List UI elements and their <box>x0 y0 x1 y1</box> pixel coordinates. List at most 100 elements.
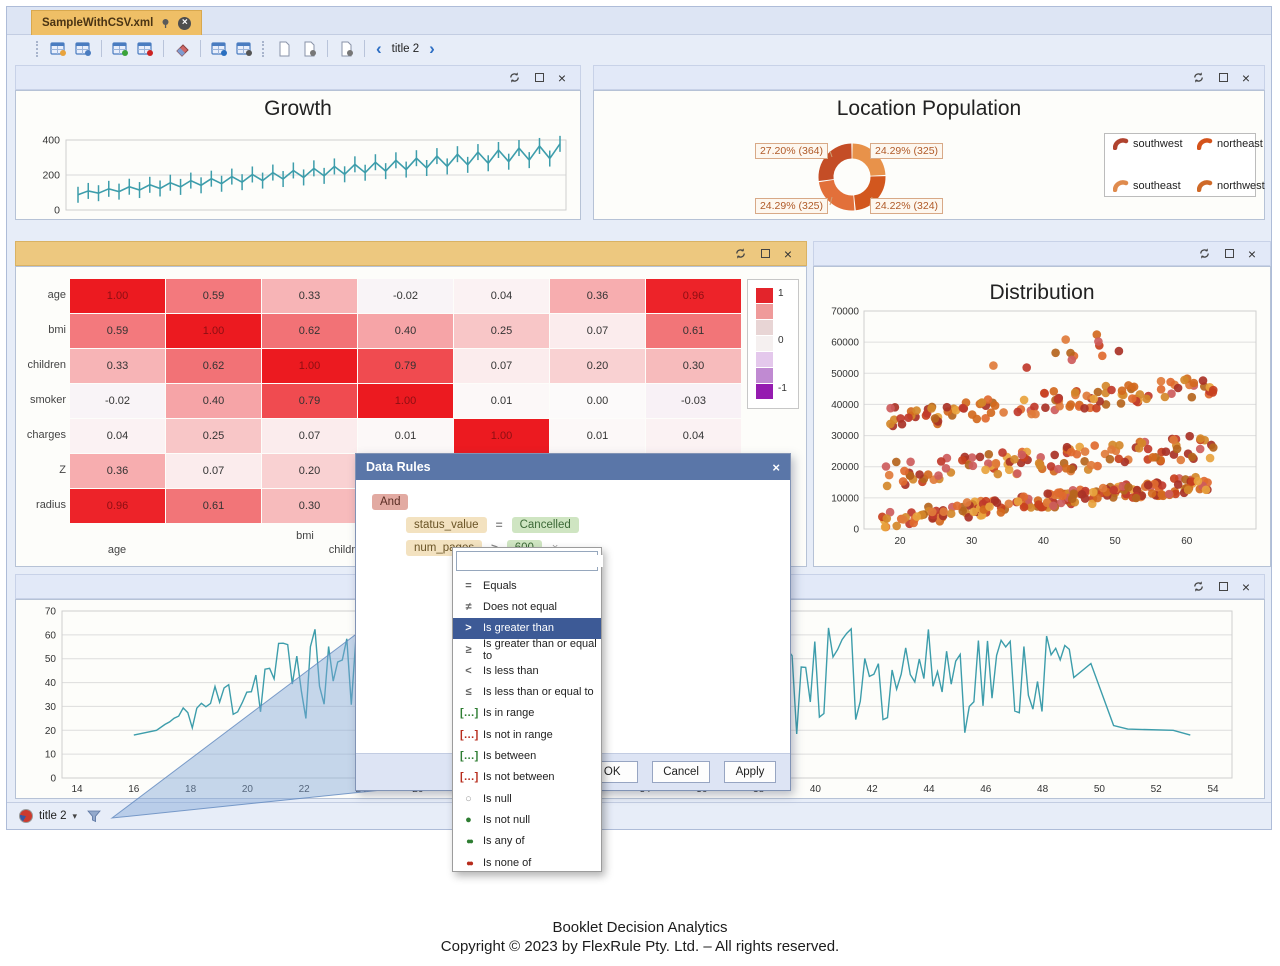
operator-search-box[interactable] <box>456 551 598 571</box>
view-dropdown-caret-icon[interactable]: ▾ <box>73 811 78 822</box>
heatmap-cell: 0.07 <box>550 314 645 348</box>
heatmap-cell: -0.03 <box>646 384 741 418</box>
svg-text:0: 0 <box>853 525 859 536</box>
page-nav-label: title 2 <box>390 43 422 55</box>
legend-item-southeast[interactable]: southeast <box>1113 180 1197 192</box>
svg-text:50000: 50000 <box>831 369 859 380</box>
svg-text:50: 50 <box>1094 784 1106 795</box>
svg-text:10000: 10000 <box>831 493 859 504</box>
heatmap-cell: 0.59 <box>70 314 165 348</box>
refresh-icon[interactable] <box>1192 71 1205 84</box>
apply-button[interactable]: Apply <box>724 761 776 783</box>
heatmap-x-label: bmi <box>296 530 314 542</box>
maximize-icon[interactable] <box>535 73 544 82</box>
close-icon[interactable]: × <box>558 72 566 84</box>
table-save-icon[interactable] <box>48 39 68 58</box>
heatmap-row-label: smoker <box>16 394 66 406</box>
svg-text:40: 40 <box>1038 536 1050 547</box>
table-columns-icon[interactable] <box>73 39 93 58</box>
operator-item-less-eq[interactable]: ≤Is less than or equal to <box>453 681 601 702</box>
legend-swatch <box>756 288 773 303</box>
maximize-icon[interactable] <box>1225 249 1234 258</box>
operator-item-greater-eq[interactable]: ≥Is greater than or equal to <box>453 639 601 660</box>
operator-item-label: Is not null <box>483 814 530 826</box>
rule-field-chip[interactable]: status_value <box>406 517 487 533</box>
operator-item-between[interactable]: […]Is between <box>453 745 601 766</box>
growth-panel: Growth 0200400 <box>15 90 581 220</box>
operator-item-is-null[interactable]: ○Is null <box>453 788 601 809</box>
heatmap-cell: -0.02 <box>358 279 453 313</box>
file-clock-icon[interactable] <box>299 39 319 58</box>
operator-item-label: Is greater than <box>483 622 554 634</box>
tab-close-icon[interactable]: × <box>178 17 191 30</box>
equals-icon: = <box>460 580 477 592</box>
export-box-icon[interactable] <box>209 39 229 58</box>
heatmap-cell: 0.25 <box>166 419 261 453</box>
refresh-icon[interactable] <box>508 71 521 84</box>
next-page-button[interactable]: › <box>426 40 438 57</box>
heatmap-cell: 0.04 <box>646 419 741 453</box>
close-icon[interactable]: × <box>784 248 792 260</box>
in-range-icon: […] <box>460 707 477 719</box>
rule-value-chip[interactable]: Cancelled <box>512 517 579 533</box>
svg-text:20: 20 <box>894 536 906 547</box>
maximize-icon[interactable] <box>1219 73 1228 82</box>
operator-item-greater[interactable]: >Is greater than <box>453 618 601 639</box>
svg-text:60: 60 <box>45 630 57 641</box>
dialog-close-icon[interactable]: × <box>772 460 780 475</box>
cancel-button[interactable]: Cancel <box>652 761 710 783</box>
heatmap-cell: 1.00 <box>70 279 165 313</box>
operator-item-label: Is not in range <box>483 729 553 741</box>
maximize-icon[interactable] <box>761 249 770 258</box>
svg-text:0: 0 <box>54 205 60 217</box>
maximize-icon[interactable] <box>1219 582 1228 591</box>
heatmap-cell: 0.79 <box>358 349 453 383</box>
footer-line1: Booklet Decision Analytics <box>0 918 1280 937</box>
legend-item-northeast[interactable]: northeast <box>1197 138 1265 150</box>
table-add-icon[interactable] <box>110 39 130 58</box>
operator-search-input[interactable] <box>461 555 603 567</box>
operator-item-in-range[interactable]: […]Is in range <box>453 703 601 724</box>
document-tab[interactable]: SampleWithCSV.xml × <box>31 10 202 35</box>
heatmap-cell: 0.30 <box>646 349 741 383</box>
dialog-title: Data Rules <box>366 460 431 474</box>
close-icon[interactable]: × <box>1242 581 1250 593</box>
refresh-icon[interactable] <box>734 247 747 260</box>
rule-operator[interactable]: = <box>493 518 506 532</box>
new-file-icon[interactable] <box>274 39 294 58</box>
operator-item-label: Does not equal <box>483 601 557 613</box>
operator-item-not-equal[interactable]: ≠ Does not equal <box>453 596 601 617</box>
operator-item-not-between[interactable]: […]Is not between <box>453 767 601 788</box>
close-icon[interactable]: × <box>1242 72 1250 84</box>
operator-item-equals[interactable]: =Equals <box>453 575 601 596</box>
filter-icon[interactable] <box>87 810 101 823</box>
operator-item-not-null[interactable]: ●Is not null <box>453 809 601 830</box>
refresh-icon[interactable] <box>1192 580 1205 593</box>
legend-item-southwest[interactable]: southwest <box>1113 138 1197 150</box>
table-delete-icon[interactable] <box>135 39 155 58</box>
toolbar-grip <box>36 41 40 57</box>
table-lock-icon[interactable] <box>234 39 254 58</box>
heatmap-cell: 0.33 <box>262 279 357 313</box>
heatmap-row-label: bmi <box>16 324 66 336</box>
not-equal-icon: ≠ <box>460 601 477 613</box>
close-icon[interactable]: × <box>1248 248 1256 260</box>
legend-item-northwest[interactable]: northwest <box>1197 180 1265 192</box>
logic-chip[interactable]: And <box>372 494 408 510</box>
view-name-label[interactable]: title 2 <box>39 810 67 822</box>
prev-page-button[interactable]: ‹ <box>373 40 385 57</box>
operator-item-less[interactable]: <Is less than <box>453 660 601 681</box>
dialog-title-bar[interactable]: Data Rules × <box>356 454 790 480</box>
footer: Booklet Decision Analytics Copyright © 2… <box>0 918 1280 956</box>
pin-icon[interactable] <box>160 18 171 29</box>
refresh-icon[interactable] <box>1198 247 1211 260</box>
operator-item-label: Is null <box>483 793 512 805</box>
svg-text:40000: 40000 <box>831 400 859 411</box>
operator-item-not-in-range[interactable]: […]Is not in range <box>453 724 601 745</box>
file-settings-icon[interactable] <box>336 39 356 58</box>
operator-item-none-of[interactable]: ●●Is none of <box>453 852 601 873</box>
operator-item-any-of[interactable]: ●●Is any of <box>453 831 601 852</box>
heatmap-row-label: children <box>16 359 66 371</box>
pie-view-icon[interactable] <box>19 809 33 823</box>
eraser-icon[interactable] <box>172 39 192 58</box>
